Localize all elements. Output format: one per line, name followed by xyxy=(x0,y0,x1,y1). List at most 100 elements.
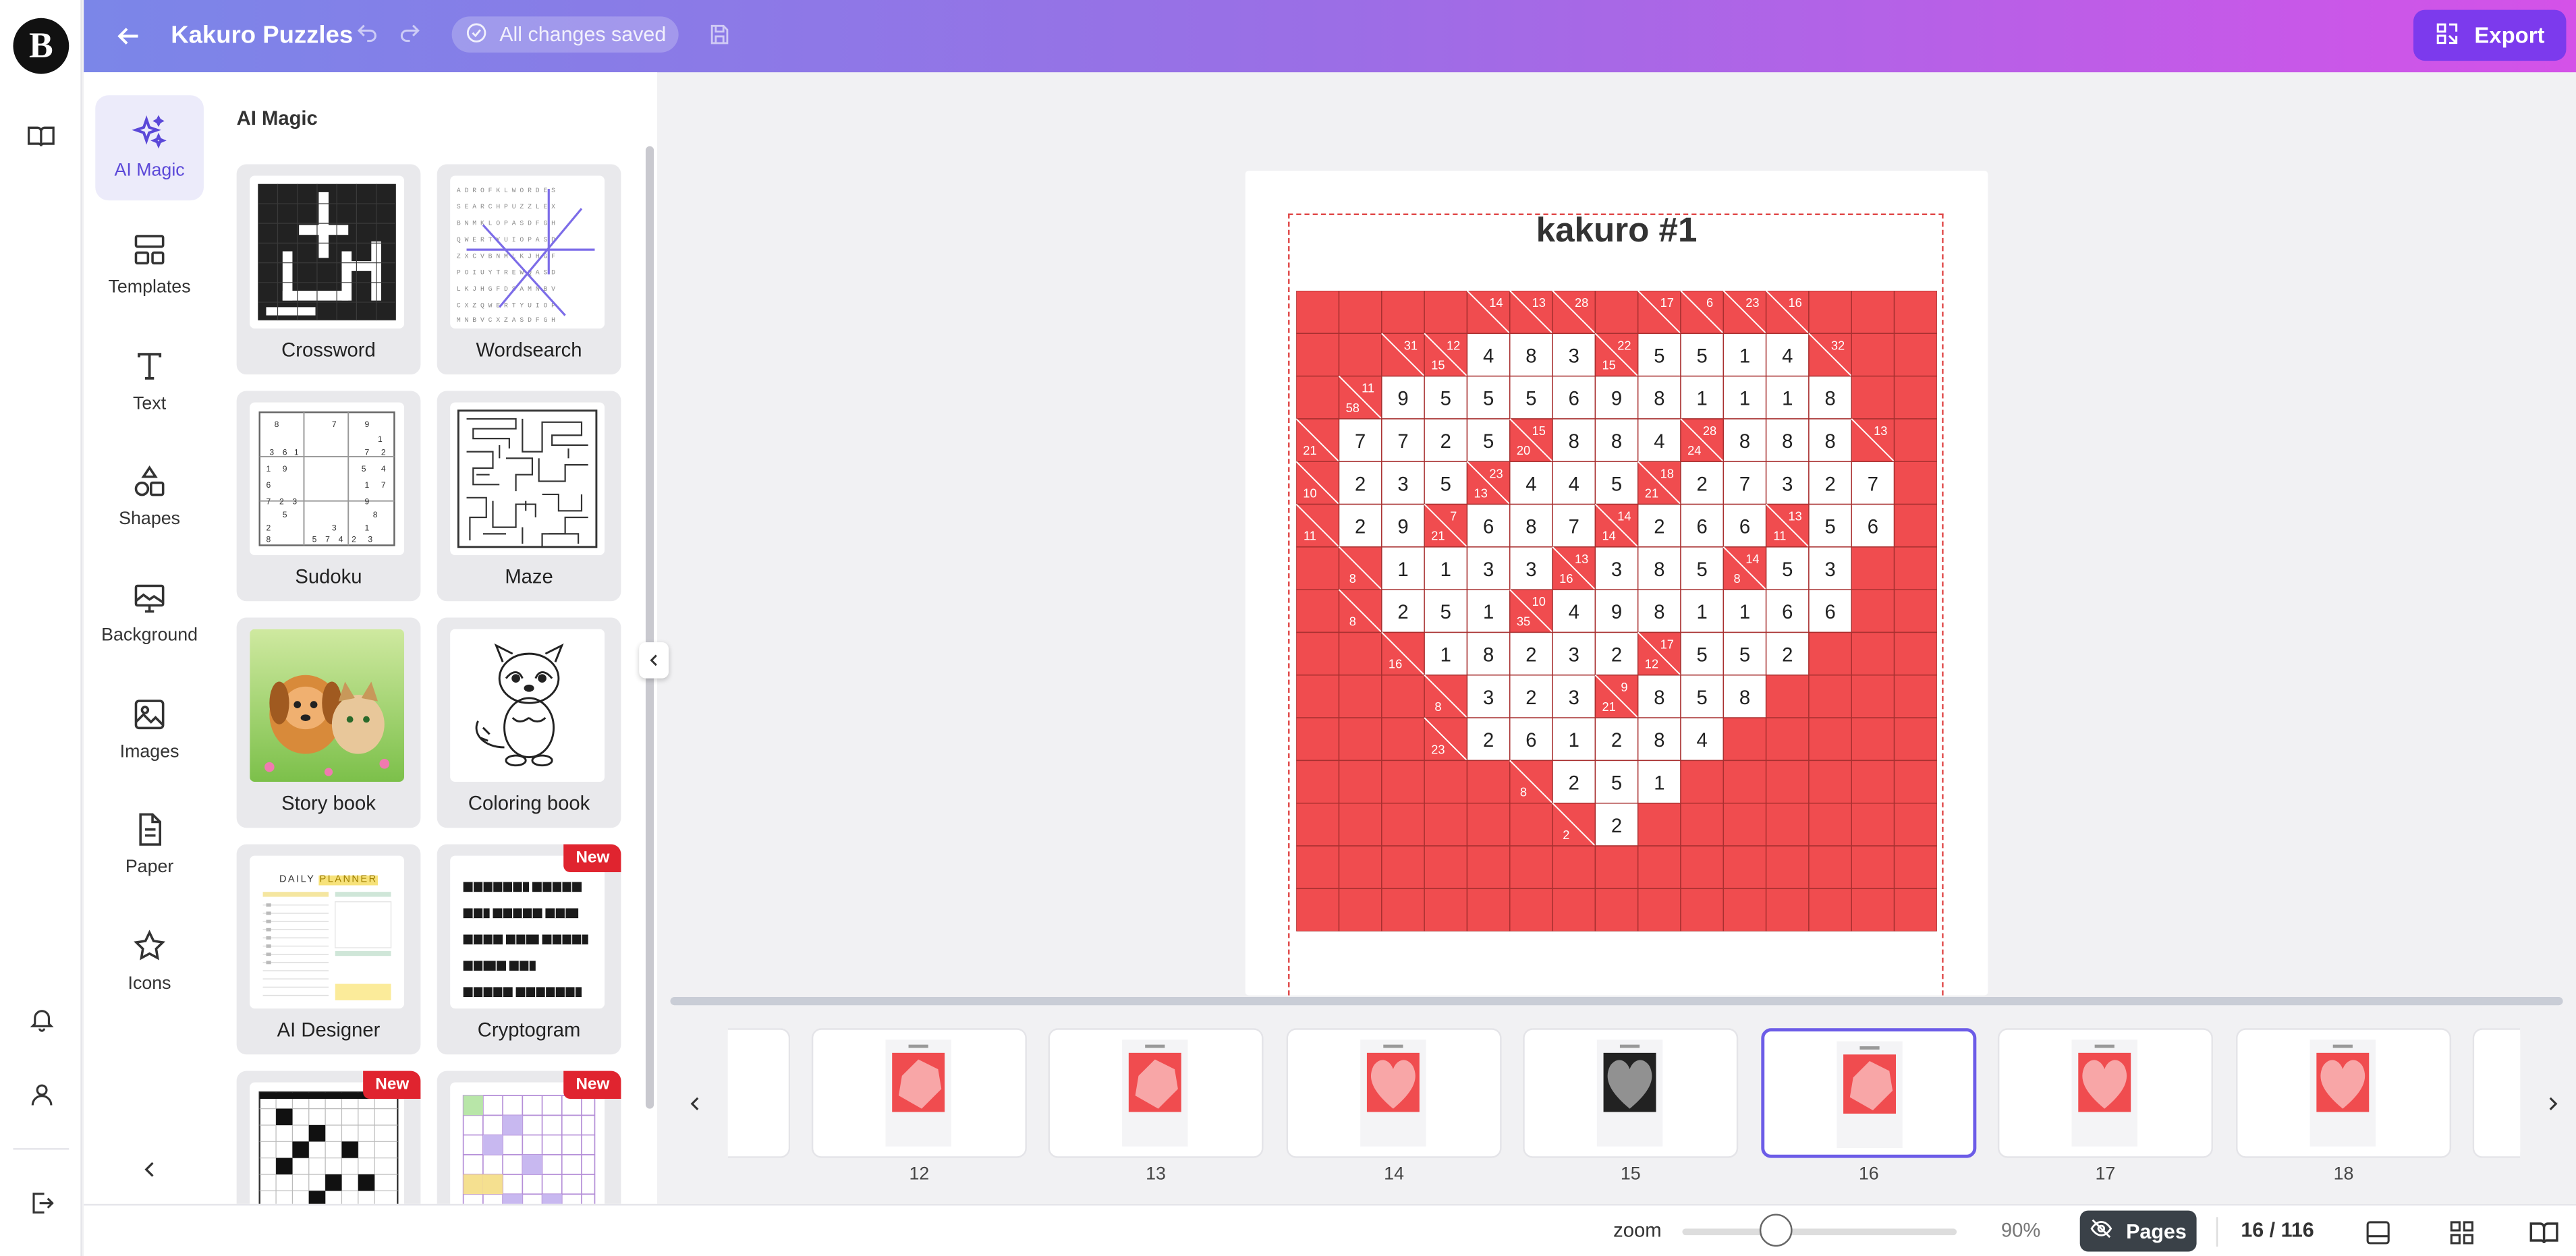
block-cell xyxy=(1851,802,1895,847)
clue-across: 8 xyxy=(1349,614,1356,628)
kakuro-grid[interactable]: 14 13 28 17 6 23 1631 1215 4 8 32215 5 5 1 4321158 9 5 5 5… xyxy=(1296,290,1937,932)
block-cell xyxy=(1296,802,1340,847)
card-maze[interactable]: Maze xyxy=(437,391,621,602)
user-icon[interactable] xyxy=(25,1077,58,1110)
clue-down: 14 xyxy=(1745,552,1759,566)
thumbnail-preview xyxy=(885,1039,951,1147)
canvas-horizontal-scrollbar[interactable] xyxy=(670,997,2563,1006)
block-cell xyxy=(1338,888,1382,932)
panel-scrollbar[interactable] xyxy=(645,146,654,1109)
answer-digit: 8 xyxy=(1654,602,1664,623)
thumbs-prev-icon[interactable] xyxy=(683,1092,706,1123)
book-view-icon[interactable] xyxy=(2527,1216,2560,1249)
svg-text:4: 4 xyxy=(339,535,343,544)
block-cell xyxy=(1893,546,1937,590)
redo-icon[interactable] xyxy=(397,22,422,55)
clue-down: 13 xyxy=(1575,552,1588,566)
card-crossword[interactable]: Crossword xyxy=(236,164,421,375)
thumbnail-preview xyxy=(1837,1041,1903,1149)
collapse-panel-button[interactable] xyxy=(639,642,669,679)
answer-digit: 3 xyxy=(1525,559,1536,581)
book-icon[interactable] xyxy=(25,120,58,153)
svg-text:9: 9 xyxy=(365,497,370,507)
svg-text:9: 9 xyxy=(283,464,287,474)
puzzle-title[interactable]: kakuro #1 xyxy=(1245,212,1988,251)
tool-ai-magic[interactable]: AI Magic xyxy=(95,95,204,201)
block-cell xyxy=(1381,888,1425,932)
answer-digit: 5 xyxy=(1611,772,1622,794)
clue-across: 11 xyxy=(1773,529,1786,543)
tool-images[interactable]: Images xyxy=(95,677,204,782)
card-ai-designer[interactable]: DAILY PLANNER AI Designer xyxy=(236,844,421,1055)
block-cell xyxy=(1765,717,1810,762)
answer-digit: 8 xyxy=(1525,345,1536,367)
export-button[interactable]: Export xyxy=(2413,9,2567,61)
document-title[interactable]: Kakuro Puzzles xyxy=(171,22,353,49)
page-thumbnail-17[interactable] xyxy=(1997,1028,2213,1158)
tool-templates[interactable]: Templates xyxy=(95,212,204,317)
block-cell xyxy=(1338,717,1382,762)
logout-icon[interactable] xyxy=(25,1186,58,1219)
answer-digit: 2 xyxy=(1397,602,1408,623)
collapse-sidebar-chevron-icon[interactable] xyxy=(136,1156,163,1191)
page-thumbnail-13[interactable] xyxy=(1048,1028,1264,1158)
page-thumbnail-16[interactable] xyxy=(1761,1028,1977,1158)
page-thumbnail-12[interactable] xyxy=(811,1028,1027,1158)
block-cell xyxy=(1851,546,1895,590)
paper-icon xyxy=(139,813,161,846)
svg-text:3: 3 xyxy=(332,523,337,533)
back-arrow-icon[interactable] xyxy=(113,22,143,59)
single-page-view-icon[interactable] xyxy=(2361,1216,2394,1249)
grid-view-icon[interactable] xyxy=(2444,1216,2477,1249)
card-sudoku[interactable]: 879 136172 1954 617 7239 58 231 857423 S… xyxy=(236,391,421,602)
answer-digit: 1 xyxy=(1440,645,1451,666)
page-thumbnail-15[interactable] xyxy=(1523,1028,1739,1158)
thumbs-next-icon[interactable] xyxy=(2542,1092,2565,1123)
answer-digit: 3 xyxy=(1782,474,1793,495)
answer-digit: 3 xyxy=(1483,687,1494,709)
page-thumbnail-partial[interactable] xyxy=(2472,1028,2521,1158)
page-thumbnail-partial[interactable] xyxy=(727,1028,791,1158)
eye-off-icon xyxy=(2090,1217,2113,1245)
tool-icons[interactable]: Icons xyxy=(95,909,204,1014)
zoom-slider-track[interactable] xyxy=(1682,1228,1957,1236)
answer-digit: 6 xyxy=(1739,517,1750,538)
coloring-book-thumbnail xyxy=(450,629,605,782)
card-number-puzzle[interactable]: New xyxy=(437,1071,621,1204)
zoom-slider-knob[interactable] xyxy=(1759,1214,1793,1247)
clue-across: 21 xyxy=(1303,443,1316,457)
answer-digit: 9 xyxy=(1397,389,1408,410)
card-story-book[interactable]: Story book xyxy=(236,617,421,828)
bell-icon[interactable] xyxy=(25,1002,58,1035)
page-thumbnail-18[interactable] xyxy=(2236,1028,2452,1158)
block-cell xyxy=(1637,888,1681,932)
pages-toggle-button[interactable]: Pages xyxy=(2079,1210,2197,1252)
answer-digit: 5 xyxy=(1611,474,1622,495)
answer-digit: 1 xyxy=(1654,772,1664,794)
card-coloring-book[interactable]: Coloring book xyxy=(437,617,621,828)
tool-text[interactable]: Text xyxy=(95,329,204,434)
clue-down: 18 xyxy=(1660,466,1674,480)
answer-digit: 5 xyxy=(1697,559,1708,581)
tool-paper[interactable]: Paper xyxy=(95,792,204,897)
tool-background[interactable]: Background xyxy=(95,560,204,665)
clue-down: 14 xyxy=(1489,295,1503,310)
block-cell xyxy=(1594,888,1639,932)
card-wordsearch[interactable]: A D R O F K L W O R D E S S E A R C H P … xyxy=(437,164,621,375)
svg-text:1: 1 xyxy=(294,447,299,457)
text-icon xyxy=(138,353,162,380)
tool-label: Templates xyxy=(108,277,191,297)
svg-text:7: 7 xyxy=(266,497,271,507)
card-grid-puzzle[interactable]: New xyxy=(236,1071,421,1204)
number-puzzle-thumbnail xyxy=(450,1082,605,1204)
page-number: 12 xyxy=(909,1164,930,1184)
thumbnail-preview xyxy=(1596,1039,1663,1147)
page-thumbnail-14[interactable] xyxy=(1286,1028,1502,1158)
svg-text:1: 1 xyxy=(378,434,383,444)
svg-text:S E A R C H P U Z Z L E X: S E A R C H P U Z Z L E X xyxy=(457,203,555,210)
tool-shapes[interactable]: Shapes xyxy=(95,443,204,548)
undo-icon[interactable] xyxy=(355,22,380,55)
brand-logo[interactable]: B xyxy=(13,18,69,74)
save-disk-icon[interactable] xyxy=(708,23,731,54)
card-cryptogram[interactable]: New Cryptogram xyxy=(437,844,621,1055)
